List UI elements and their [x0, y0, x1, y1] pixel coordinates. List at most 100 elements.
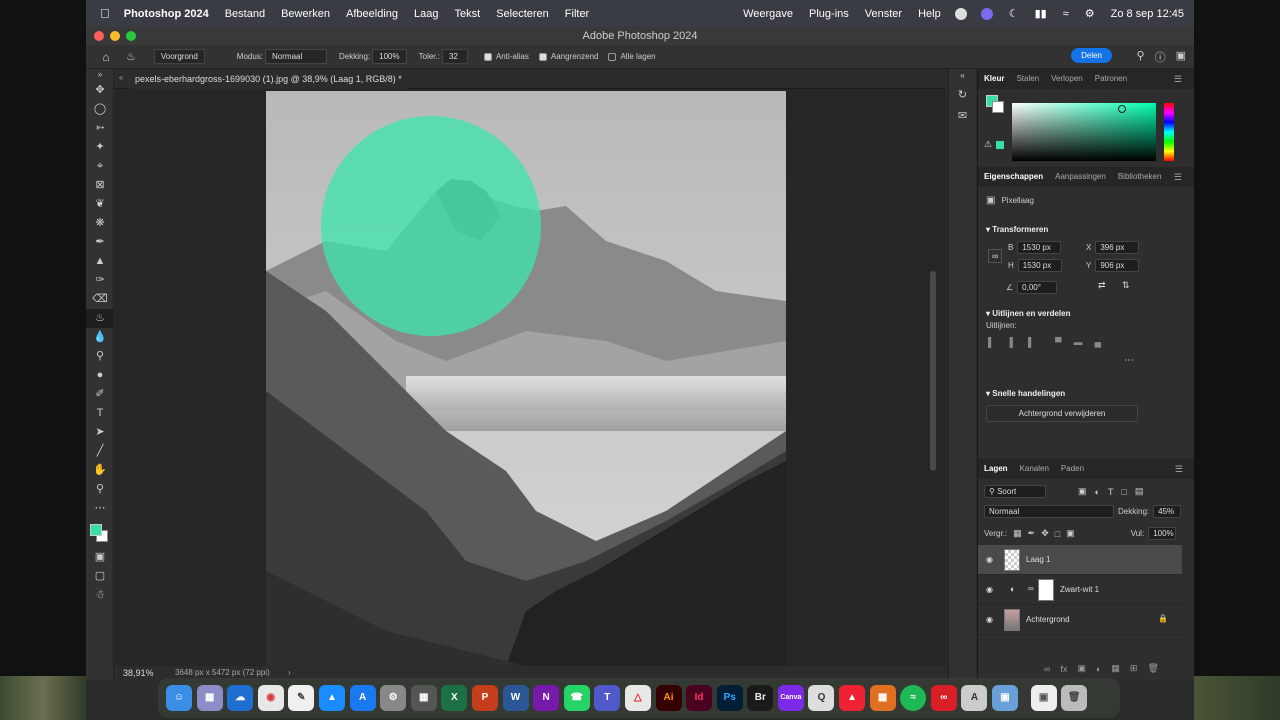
menu-selecteren[interactable]: Selecteren [496, 8, 549, 20]
menu-bewerken[interactable]: Bewerken [281, 8, 330, 20]
share-button[interactable]: Delen [1071, 48, 1112, 63]
tolerance-input[interactable]: 32 [441, 49, 468, 64]
panel-menu-icon[interactable]: ☰ [1168, 167, 1188, 187]
calculator-icon[interactable]: ▦ [410, 685, 437, 711]
tab-patronen[interactable]: Patronen [1089, 69, 1133, 89]
mode-select[interactable]: Normaal [265, 49, 328, 64]
frame-tool-icon[interactable]: ⊠ [86, 176, 114, 195]
tab-kleur[interactable]: Kleur [978, 69, 1010, 89]
more-tools-icon[interactable]: ⋯ [86, 499, 114, 518]
add-mask-icon[interactable]: ▣ [1077, 663, 1086, 674]
color-picker-handle[interactable] [1118, 105, 1126, 113]
foreground-color-swatch[interactable] [90, 524, 102, 536]
layer-name[interactable]: Zwart-wit 1 [1060, 585, 1099, 594]
filter-shape-icon[interactable]: □ [1121, 487, 1126, 497]
history-icon[interactable]: ↻ [949, 88, 976, 101]
whatsapp-icon[interactable]: ☎ [563, 685, 590, 711]
creative-cloud-icon[interactable]: ∞ [930, 685, 957, 711]
color-field[interactable] [1012, 103, 1156, 161]
menu-weergave[interactable]: Weergave [743, 8, 793, 20]
record-icon[interactable] [954, 7, 967, 20]
tab-stalen[interactable]: Stalen [1010, 69, 1045, 89]
filter-type-icon[interactable]: T [1108, 487, 1114, 497]
align-middle-icon[interactable]: ▬ [1074, 337, 1083, 347]
link-icon[interactable]: ∞ [988, 249, 1003, 263]
preview-icon[interactable]: A [961, 685, 988, 711]
all-layers-checkbox[interactable] [608, 52, 617, 61]
illustrator-icon[interactable]: Ai [655, 685, 682, 711]
magic-wand-tool-icon[interactable]: ✦ [86, 138, 114, 157]
lock-transparency-icon[interactable]: ▦ [1013, 528, 1022, 539]
menu-filter[interactable]: Filter [565, 8, 589, 20]
quick-mask-icon[interactable]: ▣ [86, 548, 114, 567]
link-layers-icon[interactable]: ∞ [1044, 664, 1050, 674]
new-adjustment-icon[interactable]: ◐ [1096, 664, 1101, 674]
photos-icon[interactable]: ▣ [1030, 685, 1057, 711]
keynote-icon[interactable]: ▲ [318, 685, 345, 711]
blur-tool-icon[interactable]: 💧 [86, 328, 114, 347]
layer-filter-select[interactable]: ⚲ Soort [984, 485, 1046, 498]
share-icon[interactable]: ☃ [86, 586, 114, 605]
paint-bucket-tool-icon[interactable]: ♨ [86, 309, 114, 328]
vertical-scroll-thumb[interactable] [930, 271, 936, 471]
x-input[interactable]: 396 px [1095, 241, 1140, 254]
visibility-eye-icon[interactable]: ◉ [986, 615, 993, 624]
minimize-window-button[interactable] [110, 31, 120, 41]
stamp-tool-icon[interactable]: ▲ [86, 252, 114, 271]
layer-row[interactable]: ◉ Laag 1 [978, 545, 1182, 575]
word-icon[interactable]: W [502, 685, 529, 711]
blend-mode-select[interactable]: Normaal [984, 505, 1114, 518]
textedit-icon[interactable]: ✎ [288, 685, 315, 711]
home-icon[interactable]: ⌂ [92, 50, 120, 64]
photoshop-icon[interactable]: Ps [716, 685, 743, 711]
onenote-icon[interactable]: N [533, 685, 560, 711]
comments-icon[interactable]: ✉ [949, 109, 976, 122]
finder-icon[interactable]: ☺ [166, 685, 192, 711]
tab-lagen[interactable]: Lagen [978, 459, 1014, 479]
collapse-icon[interactable]: » [86, 69, 114, 81]
flip-vertical-icon[interactable]: ⇅ [1122, 280, 1130, 291]
tab-kanalen[interactable]: Kanalen [1014, 459, 1055, 479]
tab-verlopen[interactable]: Verlopen [1045, 69, 1089, 89]
menu-app[interactable]: Photoshop 2024 [124, 8, 209, 20]
mask-link-icon[interactable]: ∞ [1028, 584, 1034, 593]
filter-pixel-icon[interactable]: ▣ [1078, 486, 1087, 497]
path-selection-tool-icon[interactable]: ➤ [86, 423, 114, 442]
lock-icon[interactable]: 🔒 [1158, 614, 1168, 623]
layer-name[interactable]: Achtergrond [1026, 615, 1070, 624]
workspace-icon[interactable]: ▣ [1176, 49, 1186, 65]
hand-tool-icon[interactable]: ✋ [86, 461, 114, 480]
type-tool-icon[interactable]: T [86, 404, 114, 423]
launchpad-icon[interactable]: ▦ [196, 685, 223, 711]
hue-slider[interactable] [1164, 103, 1174, 161]
contiguous-checkbox[interactable] [538, 52, 547, 61]
y-input[interactable]: 906 px [1095, 259, 1140, 272]
menu-venster[interactable]: Venster [865, 8, 902, 20]
remove-background-button[interactable]: Achtergrond verwijderen [986, 405, 1138, 422]
antialias-checkbox[interactable] [483, 52, 492, 61]
menu-plugins[interactable]: Plug-ins [809, 8, 849, 20]
lock-artboard-icon[interactable]: □ [1055, 529, 1060, 539]
powerpoint-icon[interactable]: P [471, 685, 498, 711]
tab-paden[interactable]: Paden [1055, 459, 1090, 479]
appstore-icon[interactable]: A [349, 685, 376, 711]
vertical-scrollbar[interactable] [930, 91, 936, 666]
angle-input[interactable]: 0,00° [1017, 281, 1058, 294]
onedrive-icon[interactable]: ☁ [227, 685, 254, 711]
clock[interactable]: Zo 8 sep 12:45 [1111, 8, 1184, 20]
canvas[interactable] [266, 91, 786, 666]
sponge-tool-icon[interactable]: ● [86, 366, 114, 385]
pen-tool-icon[interactable]: ✐ [86, 385, 114, 404]
search-icon[interactable]: ⚲ [1137, 49, 1145, 65]
eraser-tool-icon[interactable]: ⌫ [86, 290, 114, 309]
transform-section-title[interactable]: ▾ Transformeren [978, 221, 1056, 238]
crop-tool-icon[interactable]: ⌖ [86, 157, 114, 176]
new-layer-icon[interactable]: ⊞ [1130, 663, 1138, 674]
menu-tekst[interactable]: Tekst [455, 8, 481, 20]
filter-adjustment-icon[interactable]: ◐ [1095, 487, 1100, 497]
history-brush-tool-icon[interactable]: ✑ [86, 271, 114, 290]
apple-icon[interactable]:  [100, 6, 110, 21]
align-bottom-icon[interactable]: ▄ [1095, 337, 1101, 347]
eyedropper-tool-icon[interactable]: ❦ [86, 195, 114, 214]
menu-afbeelding[interactable]: Afbeelding [346, 8, 398, 20]
